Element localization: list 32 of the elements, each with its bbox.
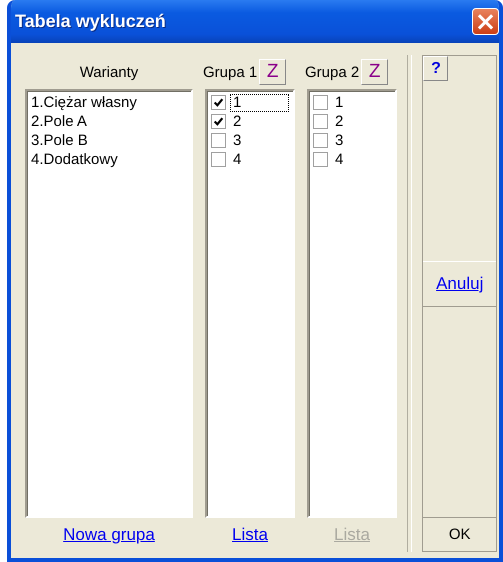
close-button[interactable]: × (472, 8, 499, 35)
checkbox[interactable] (313, 114, 328, 129)
list-link[interactable]: Lista (232, 525, 268, 545)
group-title: Grupa 1 (203, 64, 258, 80)
list-item[interactable]: 3.Pole B (31, 131, 187, 150)
new-group-link[interactable]: Nowa grupa (63, 525, 155, 545)
group-title: Grupa 2 (305, 64, 360, 80)
checkbox[interactable] (313, 152, 328, 167)
checkbox[interactable] (313, 95, 328, 110)
checkbox-label: 2 (334, 112, 344, 130)
checkbox-label: 2 (232, 112, 242, 130)
clear-button[interactable]: Z (361, 59, 388, 85)
checkbox-label: 1 (334, 94, 344, 112)
checkbox-label: 1 (230, 94, 289, 112)
list-item[interactable]: 2.Pole A (31, 112, 187, 131)
checkbox[interactable] (211, 133, 226, 148)
cancel-link[interactable]: Anuluj (436, 274, 484, 294)
help-button[interactable]: ? (423, 56, 448, 81)
checkbox-label: 3 (334, 132, 344, 150)
list-item[interactable]: 1.Ciężar własny (31, 93, 187, 112)
checkbox-label: 4 (232, 150, 242, 168)
variant-list[interactable]: 1.Ciężar własny 2.Pole A 3.Pole B 4.Dodatkowy (25, 89, 193, 518)
column-header: Warianty (80, 64, 138, 80)
checkbox-label: 3 (232, 132, 242, 150)
checkbox[interactable] (211, 114, 226, 129)
checkbox[interactable] (211, 152, 226, 167)
list-item[interactable]: 4.Dodatkowy (31, 150, 187, 169)
clear-button[interactable]: Z (259, 59, 286, 85)
checkbox-label: 4 (334, 150, 344, 168)
checkbox[interactable] (313, 133, 328, 148)
window-title: Tabela wykluczeń (15, 11, 166, 32)
checkbox[interactable] (211, 95, 226, 110)
